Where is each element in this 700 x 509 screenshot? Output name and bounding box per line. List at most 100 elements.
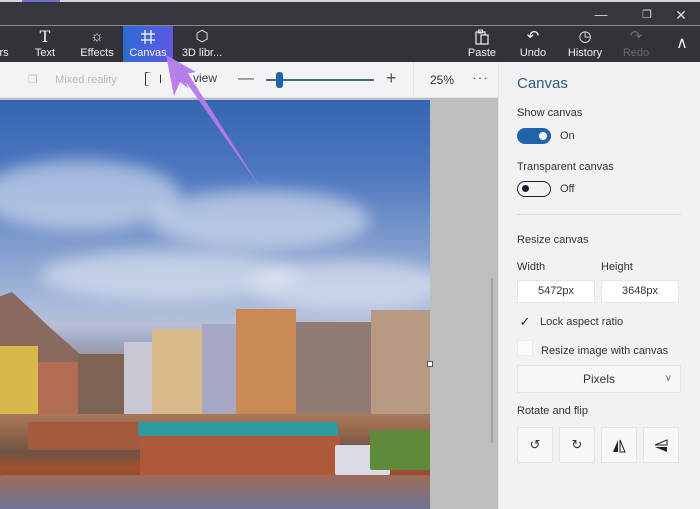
redo-label: Redo (622, 47, 650, 59)
houseboat-roof (138, 422, 338, 436)
tab-canvas[interactable]: Canvas (123, 26, 173, 62)
building (152, 329, 202, 414)
history-icon: ◷ (578, 28, 592, 45)
mixed-reality-icon: ❐ (28, 74, 38, 86)
toggle-knob (539, 132, 547, 140)
panel-divider (517, 214, 681, 215)
paste-label: Paste (467, 47, 497, 59)
resize-image-label: Resize image with canvas (541, 345, 669, 357)
width-label: Width (517, 261, 546, 273)
undo-button[interactable]: ↶ Undo (515, 26, 551, 62)
ribbon: ers T Text ☼ Effects Canvas ⬡ 3D libr...… (0, 26, 700, 62)
show-canvas-toggle[interactable] (517, 128, 551, 144)
zoom-slider-thumb[interactable] (276, 72, 284, 88)
show-canvas-state: On (560, 130, 575, 142)
3d-library-icon: ⬡ (195, 28, 209, 45)
canvas-panel: Canvas Show canvas On Transparent canvas… (498, 62, 700, 509)
shore-grass (370, 430, 430, 470)
undo-label: Undo (519, 47, 547, 59)
title-bar: — ❐ ✕ (0, 0, 700, 25)
vertical-scrollbar[interactable] (491, 278, 493, 443)
building (371, 310, 430, 414)
effects-icon: ☼ (90, 28, 104, 45)
resize-canvas-heading: Resize canvas (517, 234, 589, 246)
height-input[interactable]: 3648px (601, 280, 679, 303)
tab-canvas-label: Canvas (129, 47, 167, 59)
toggle-knob (522, 185, 529, 192)
lock-aspect-label: Lock aspect ratio (540, 316, 624, 328)
panel-title: Canvas (517, 75, 568, 92)
3d-view-button[interactable]: 3D view (145, 71, 217, 86)
water-reflection (0, 475, 430, 509)
units-dropdown[interactable]: Pixels ∨ (517, 365, 681, 393)
flip-horizontal-icon (612, 437, 626, 453)
undo-icon: ↶ (526, 28, 540, 45)
rotate-flip-heading: Rotate and flip (517, 405, 588, 417)
tab-stickers[interactable]: ers (0, 26, 12, 62)
close-button[interactable]: ✕ (666, 6, 696, 24)
building (78, 354, 124, 414)
zoom-out-button[interactable]: — (238, 70, 254, 88)
3d-view-label: 3D view (174, 71, 218, 85)
building (38, 362, 78, 414)
rotate-right-button[interactable]: ↻ (559, 427, 595, 463)
building (124, 342, 152, 414)
tab-text-label: Text (34, 47, 56, 59)
more-options-button[interactable]: ··· (472, 69, 489, 85)
stickers-icon (0, 28, 12, 46)
3d-view-icon (145, 71, 161, 86)
flip-horizontal-button[interactable] (601, 427, 637, 463)
zoom-percentage[interactable]: 25% (430, 73, 454, 87)
zoom-in-button[interactable]: + (386, 68, 397, 89)
cloud (250, 260, 430, 310)
houseboat (140, 436, 340, 476)
show-canvas-label: Show canvas (517, 107, 583, 119)
tab-effects[interactable]: ☼ Effects (73, 26, 121, 62)
title-accent (22, 0, 60, 2)
view-toolbar: ❐ Mixed reality 3D view — + 25% ··· (0, 62, 498, 98)
rotate-left-button[interactable]: ↺ (517, 427, 553, 463)
history-label: History (567, 47, 603, 59)
paste-button[interactable]: Paste (464, 26, 500, 62)
units-selected: Pixels (582, 372, 615, 386)
rotate-right-icon: ↻ (571, 437, 583, 452)
transparent-canvas-toggle[interactable] (517, 181, 551, 197)
mixed-reality-label: Mixed reality (55, 74, 117, 86)
tab-stickers-label: ers (0, 47, 9, 59)
restore-button[interactable]: ❐ (632, 6, 662, 24)
flip-vertical-icon (654, 437, 668, 452)
text-icon: T (39, 27, 51, 46)
houseboat (28, 422, 140, 450)
tab-3d-library-label: 3D libr... (181, 47, 223, 59)
toolbar-divider (413, 62, 414, 98)
minimize-button[interactable]: — (586, 6, 616, 24)
history-button[interactable]: ◷ History (563, 26, 607, 62)
building (236, 309, 296, 414)
width-input[interactable]: 5472px (517, 280, 595, 303)
flip-vertical-button[interactable] (643, 427, 679, 463)
canvas-resize-handle[interactable] (427, 361, 433, 367)
lock-aspect-checkbox[interactable]: ✓ (517, 314, 533, 330)
building (202, 324, 236, 414)
rotate-left-icon: ↺ (529, 437, 541, 452)
canvas-icon (123, 28, 173, 46)
building (0, 346, 38, 414)
redo-button[interactable]: ↷ Redo (618, 26, 654, 62)
building (296, 322, 371, 414)
canvas-workspace[interactable] (0, 98, 498, 509)
tab-3d-library[interactable]: ⬡ 3D libr... (176, 26, 228, 62)
tab-text[interactable]: T Text (24, 26, 66, 62)
redo-icon: ↷ (629, 28, 643, 45)
canvas-image[interactable] (0, 100, 430, 509)
cloud (150, 190, 370, 250)
resize-image-checkbox[interactable] (517, 340, 533, 356)
mixed-reality-button[interactable]: ❐ Mixed reality (28, 73, 117, 86)
height-label: Height (601, 261, 633, 273)
paste-icon (464, 28, 500, 46)
tab-effects-label: Effects (80, 47, 114, 59)
chevron-down-icon: ∨ (664, 373, 672, 384)
transparent-canvas-state: Off (560, 183, 575, 195)
transparent-canvas-label: Transparent canvas (517, 161, 614, 173)
collapse-ribbon-button[interactable]: ∧ (668, 26, 696, 62)
zoom-slider[interactable] (266, 72, 374, 88)
